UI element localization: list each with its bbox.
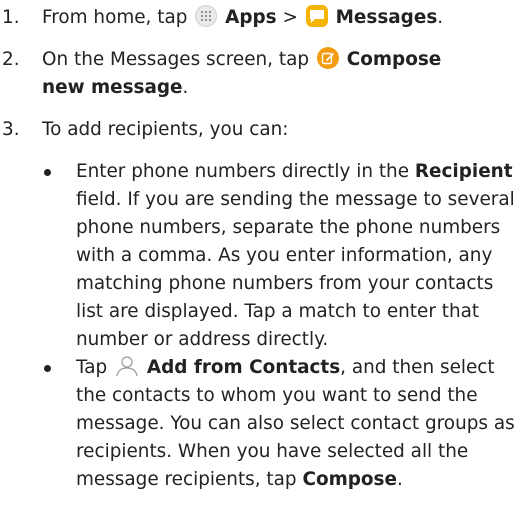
step-end: . (437, 7, 444, 28)
compose-action-label: Compose (302, 469, 397, 490)
step-text-pre: From home, tap (42, 7, 188, 28)
instruction-document: 1. From home, tap Apps > Messages. 2. On… (0, 0, 522, 526)
bullet-dot (44, 169, 51, 176)
contact-icon (115, 355, 139, 377)
apps-icon (195, 5, 218, 27)
bullet-text: Enter phone numbers directly in the Reci… (76, 158, 520, 354)
step-text: From home, tap Apps > Messages. (42, 4, 512, 32)
step-end: . (182, 77, 189, 98)
apps-label: Apps (225, 7, 277, 28)
messages-label: Messages (335, 7, 438, 28)
step-number: 2. (2, 49, 20, 70)
add-from-contacts-label: Add from Contacts (146, 357, 341, 378)
bullet-post: field. If you are sending the message to… (76, 189, 515, 350)
step-text-pre: On the Messages screen, tap (42, 49, 310, 70)
bullet-pre: Enter phone numbers directly in the (76, 161, 410, 182)
step-number: 1. (2, 7, 20, 28)
step-text: To add recipients, you can: (42, 119, 289, 140)
bullet-text: Tap Add from Contacts, and then select t… (76, 354, 520, 494)
step-text: On the Messages screen, tap Compose new … (42, 46, 482, 102)
bullet-pre: Tap (76, 357, 108, 378)
bullet-end: . (396, 469, 403, 490)
bullet-dot (44, 365, 51, 372)
compose-icon (316, 47, 339, 69)
recipient-label: Recipient (414, 161, 513, 182)
step-number: 3. (2, 119, 20, 140)
separator: > (276, 7, 304, 28)
messages-icon (305, 5, 328, 27)
